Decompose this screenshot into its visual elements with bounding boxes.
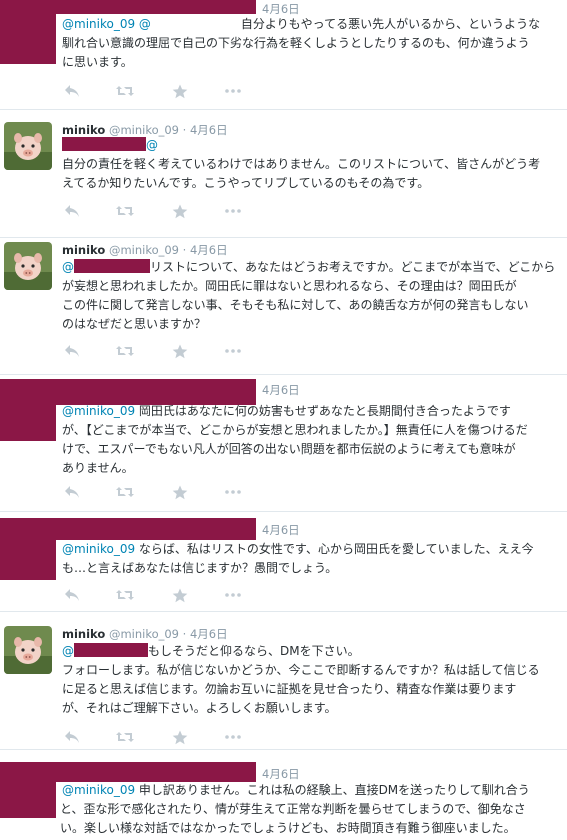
tweet-text-line: @ もしそうだと仰るなら、DMを下さい。 (62, 643, 360, 658)
tweet[interactable]: miniko @miniko_09 · 4月6日 @ 自分の責任を軽く考えている… (0, 110, 567, 238)
tweet-date[interactable]: 4月6日 (262, 766, 300, 782)
tweet-text-line: に思います。 (62, 55, 133, 69)
redacted-author (56, 518, 256, 540)
more-icon[interactable] (224, 730, 242, 746)
tweet-actions (62, 485, 262, 501)
tweet-date[interactable]: 4月6日 (262, 522, 300, 538)
tweet-text-line: が妄想と思われましたか。岡田氏に罪はないと思われるなら、その理由は？岡田氏が (62, 279, 517, 293)
author-handle[interactable]: @miniko_09 (109, 243, 179, 257)
retweet-icon[interactable] (116, 344, 134, 360)
tweet-actions (62, 588, 262, 604)
tweet-date[interactable]: 4月6日 (190, 123, 228, 137)
redacted-avatar (0, 0, 56, 64)
mention-link[interactable]: @miniko_09 (62, 542, 135, 556)
mention-link[interactable]: @ (62, 260, 74, 274)
tweet-actions (62, 84, 262, 100)
tweet-header: miniko @miniko_09 · 4月6日 (62, 243, 228, 257)
redacted-avatar (0, 379, 56, 441)
redacted-mention (74, 643, 148, 657)
redacted-author (56, 0, 256, 14)
more-icon[interactable] (224, 485, 242, 501)
tweet-text-line: @ リストについて、あなたはどうお考えですか。どこまでが本当で、どこから (62, 259, 556, 274)
avatar[interactable] (4, 242, 52, 290)
reply-icon[interactable] (64, 84, 82, 100)
tweet-text-line: が、【どこまでが本当で、どこからが妄想と思われましたか。】無責任に人を傷つけるだ (62, 423, 528, 437)
star-icon[interactable] (172, 204, 190, 220)
redacted-mention (74, 259, 150, 273)
redacted-author (56, 762, 256, 782)
reply-icon[interactable] (64, 485, 82, 501)
star-icon[interactable] (172, 84, 190, 100)
star-icon[interactable] (172, 485, 190, 501)
tweet[interactable]: 4月6日 @miniko_09 岡田氏はあなたに何の妨害もせずあなたと長期間付き… (0, 375, 567, 512)
tweet[interactable]: 4月6日 @miniko_09 @ 自分よりもやってる悪い先人がいるから、というよ… (0, 0, 567, 110)
tweet[interactable]: 4月6日 @miniko_09 申し訳ありません。これは私の経験上、直接DMを送… (0, 750, 567, 840)
tweet[interactable]: miniko @miniko_09 · 4月6日 @ リストについて、あなたはどう… (0, 238, 567, 375)
mention-link[interactable]: @ (62, 644, 74, 658)
retweet-icon[interactable] (116, 84, 134, 100)
redacted-avatar (0, 518, 56, 580)
tweet-text-line: @miniko_09 @ 自分よりもやってる悪い先人がいるから、というような (62, 17, 541, 31)
star-icon[interactable] (172, 588, 190, 604)
redacted-avatar (0, 762, 56, 818)
tweet-date[interactable]: 4月6日 (262, 382, 300, 398)
redacted-mention (62, 137, 146, 151)
redacted-mention (150, 17, 237, 30)
author-name[interactable]: miniko (62, 627, 105, 641)
reply-icon[interactable] (64, 730, 82, 746)
tweet-text-line: @miniko_09 申し訳ありません。これは私の経験上、直接DMを送ったりして… (62, 783, 530, 797)
avatar[interactable] (4, 122, 52, 170)
tweet-text-line: えてるか知りたいんです。こうやってリプしているのもその為です。 (62, 176, 430, 190)
star-icon[interactable] (172, 730, 190, 746)
tweet-text-line: も…と言えばあなたは信じますか？愚問でしょう。 (62, 561, 338, 575)
more-icon[interactable] (224, 204, 242, 220)
author-handle[interactable]: @miniko_09 (109, 123, 179, 137)
mention-link[interactable]: @ (146, 138, 158, 152)
tweet[interactable]: miniko @miniko_09 · 4月6日 @ もしそうだと仰るなら、DMを… (0, 612, 567, 750)
tweet-text-line: この件に関して発言しない事、そもそも私に対して、あの饒舌な方が何の発言もしない (62, 298, 529, 312)
tweet-text-line: @ (62, 136, 158, 155)
reply-icon[interactable] (64, 344, 82, 360)
author-handle[interactable]: @miniko_09 (109, 627, 179, 641)
tweet[interactable]: 4月6日 @miniko_09 ならば、私はリストの女性です、心から岡田氏を愛し… (0, 512, 567, 612)
timeline: 4月6日 @miniko_09 @ 自分よりもやってる悪い先人がいるから、というよ… (0, 0, 567, 840)
tweet-text-line: 馴れ合い意識の理屈で自己の下劣な行為を軽くしようとしたりするのも、何か違うよう (62, 36, 530, 50)
more-icon[interactable] (224, 344, 242, 360)
tweet-header: miniko @miniko_09 · 4月6日 (62, 627, 228, 641)
author-name[interactable]: miniko (62, 243, 105, 257)
retweet-icon[interactable] (116, 485, 134, 501)
tweet-text-line: と、歪な形で感化されたり、情が芽生えて正常な判断を曇らせてしまうので、御免なさ (60, 802, 526, 816)
retweet-icon[interactable] (116, 204, 134, 220)
tweet-text-line: 自分の責任を軽く考えているわけではありません。このリストについて、皆さんがどう考 (62, 157, 541, 171)
tweet-text-line: ありません。 (62, 461, 134, 475)
avatar[interactable] (4, 626, 52, 674)
mention-link[interactable]: @miniko_09 (62, 783, 135, 797)
tweet-text-line: フォローします。私が信じないかどうか、今ここで即断するんですか？私は話して信じる (62, 663, 540, 677)
star-icon[interactable] (172, 344, 190, 360)
tweet-text-line: @miniko_09 ならば、私はリストの女性です、心から岡田氏を愛していました… (62, 542, 534, 556)
more-icon[interactable] (224, 588, 242, 604)
tweet-actions (62, 204, 262, 220)
tweet-date[interactable]: 4月6日 (190, 627, 228, 641)
mention-link[interactable]: @miniko_09 (62, 404, 135, 418)
tweet-text-line: に足ると思えば信じます。勿論お互いに証拠を見せ合ったり、精査な作業は要ります (62, 682, 517, 696)
tweet-actions (62, 344, 262, 360)
retweet-icon[interactable] (116, 730, 134, 746)
tweet-date[interactable]: 4月6日 (190, 243, 228, 257)
more-icon[interactable] (224, 84, 242, 100)
tweet-text-line: @miniko_09 岡田氏はあなたに何の妨害もせずあなたと長期間付き合ったよう… (62, 404, 511, 418)
tweet-text-line: が、それはご理解下さい。よろしくお願いします。 (62, 701, 337, 715)
tweet-text-line: のはなぜだと思いますか？ (62, 317, 207, 331)
author-name[interactable]: miniko (62, 123, 105, 137)
tweet-text-line: けで、エスパーでもない凡人が回答の出ない問題を都市伝説のように考えても意味が (62, 442, 516, 456)
reply-icon[interactable] (64, 204, 82, 220)
tweet-actions (62, 730, 262, 746)
reply-icon[interactable] (64, 588, 82, 604)
retweet-icon[interactable] (116, 588, 134, 604)
mention-link[interactable]: @miniko_09 @ (62, 17, 151, 31)
tweet-text-line: い。楽しい様な対話ではなかったでしょうけども、お時間頂き有難う御座いました。 (60, 821, 516, 835)
